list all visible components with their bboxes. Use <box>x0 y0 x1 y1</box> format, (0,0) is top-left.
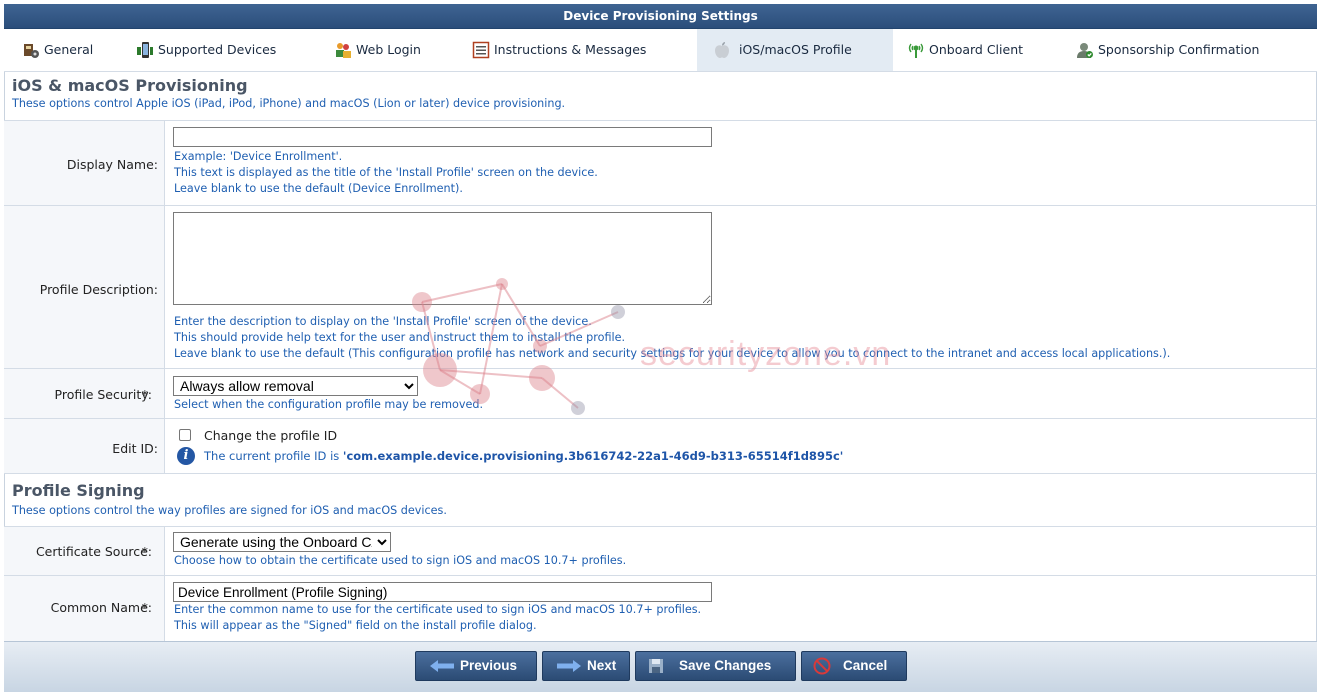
instructions-icon <box>472 41 490 59</box>
display-name-label: Display Name: <box>66 157 158 172</box>
tab-sponsorship-confirmation[interactable]: Sponsorship Confirmation <box>1066 29 1311 71</box>
profile-description-help: Enter the description to display on the … <box>174 315 1171 360</box>
tab-onboard-client[interactable]: Onboard Client <box>897 29 1057 71</box>
general-icon <box>24 44 39 58</box>
certificate-source-help: Choose how to obtain the certificate use… <box>174 554 627 567</box>
edit-id-label: Edit ID: <box>112 441 158 456</box>
onboard-client-icon <box>908 43 924 58</box>
profile-security-select[interactable]: Always allow removal <box>173 376 418 396</box>
signing-section-title: Profile Signing <box>12 481 145 500</box>
profile-security-row: * Profile Security: Always allow removal … <box>4 368 1317 418</box>
sponsorship-icon <box>1077 43 1093 58</box>
common-name-row: *Common Name: Enter the common name to u… <box>4 575 1317 641</box>
ios-section-title: iOS & macOS Provisioning <box>12 76 248 95</box>
tab-general[interactable]: General <box>12 29 122 71</box>
arrow-left-icon <box>430 660 454 672</box>
save-icon <box>649 659 663 673</box>
common-name-label: Common Name: <box>50 600 152 615</box>
button-bar: Previous Next Save Changes Cancel <box>4 641 1317 692</box>
ios-section-subtitle: These options control Apple iOS (iPad, i… <box>12 97 566 110</box>
cancel-icon <box>813 657 831 675</box>
devices-icon <box>137 42 153 58</box>
profile-id-info: The current profile ID is 'com.example.d… <box>204 449 844 463</box>
tab-instructions-messages[interactable]: Instructions & Messages <box>462 29 687 71</box>
info-icon: i <box>177 447 195 465</box>
tab-bar: General Supported Devices Web Login Inst… <box>4 29 1317 72</box>
signing-section-subtitle: These options control the way profiles a… <box>12 504 447 517</box>
cancel-button[interactable]: Cancel <box>801 651 907 681</box>
profile-description-textarea[interactable] <box>173 212 712 305</box>
certificate-source-label: Certificate Source: <box>35 544 152 559</box>
profile-id-value: 'com.example.device.provisioning.3b61674… <box>342 449 844 463</box>
certificate-source-row: * Certificate Source: Generate using the … <box>4 526 1317 575</box>
panel-title: Device Provisioning Settings <box>4 4 1317 29</box>
display-name-help: Example: 'Device Enrollment'. This text … <box>174 150 598 195</box>
next-button[interactable]: Next <box>542 651 630 681</box>
tab-ios-macos-profile[interactable]: iOS/macOS Profile <box>697 29 893 71</box>
arrow-right-icon <box>557 660 581 672</box>
certificate-source-select[interactable]: Generate using the Onboard CA <box>173 532 391 552</box>
edit-id-row: Edit ID: Change the profile ID i The cur… <box>4 418 1317 473</box>
common-name-input[interactable] <box>173 582 712 602</box>
save-changes-button[interactable]: Save Changes <box>635 651 796 681</box>
change-profile-id-label[interactable]: Change the profile ID <box>204 428 337 443</box>
display-name-row: Display Name: Example: 'Device Enrollmen… <box>4 120 1317 205</box>
change-profile-id-checkbox[interactable] <box>179 429 191 441</box>
profile-description-row: Profile Description: Enter the descripti… <box>4 205 1317 368</box>
signing-section-header <box>4 473 1317 526</box>
tab-web-login[interactable]: Web Login <box>324 29 454 71</box>
display-name-input[interactable] <box>173 127 712 147</box>
common-name-help: Enter the common name to use for the cer… <box>174 603 702 632</box>
web-login-icon <box>336 43 351 58</box>
profile-security-label: Profile Security: <box>54 387 152 402</box>
profile-security-help: Select when the configuration profile ma… <box>174 398 484 411</box>
profile-description-label: Profile Description: <box>39 282 158 297</box>
apple-icon <box>715 42 729 58</box>
tab-supported-devices[interactable]: Supported Devices <box>126 29 306 71</box>
previous-button[interactable]: Previous <box>415 651 537 681</box>
